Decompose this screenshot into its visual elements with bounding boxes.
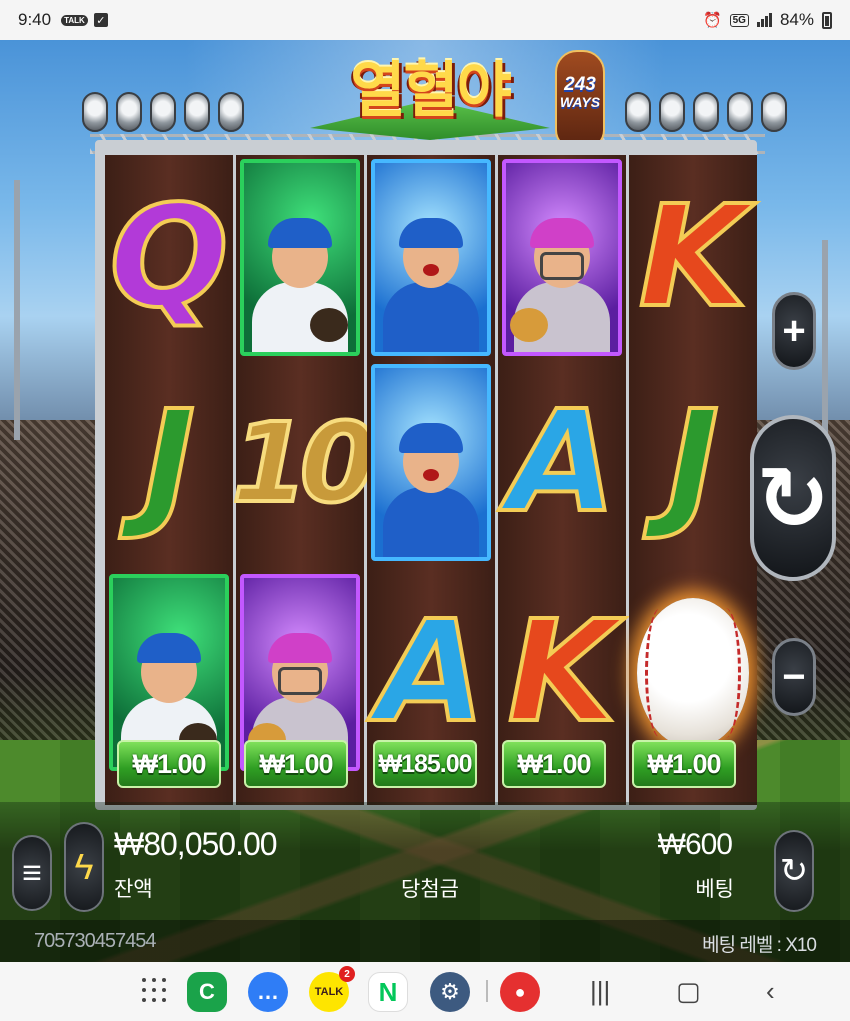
reel-cell: K <box>629 155 757 360</box>
battery-icon <box>822 11 832 29</box>
symbol-q: Q <box>107 175 230 339</box>
stadium-lights-left <box>82 92 244 132</box>
recents-button[interactable]: ||| <box>590 976 610 1007</box>
reel-2-win-label: ₩1.00 <box>244 740 348 788</box>
reel-cell: 10 <box>229 360 378 565</box>
ways-number: 243 <box>564 74 596 95</box>
reel-3-win-label: ₩185.00 <box>373 740 477 788</box>
app-drawer-icon[interactable] <box>142 978 168 1004</box>
game-round-id: 705730457454 <box>34 930 156 952</box>
reel-cell: J <box>629 360 757 565</box>
symbol-k: K <box>637 175 749 339</box>
battery-percent: 84% <box>779 10 814 29</box>
reels-frame: Q J 10 A A K K J <box>95 140 757 810</box>
menu-button[interactable]: ≡ <box>12 835 52 911</box>
symbol-pitcher <box>371 159 491 356</box>
bet-level: 베팅 레벨 : X10 <box>702 935 817 956</box>
spin-button[interactable]: ↻ <box>750 415 836 581</box>
recent-app-icon[interactable]: ● <box>500 972 540 1012</box>
bet-label: 베팅 <box>695 878 734 901</box>
floodlight-icon <box>659 92 685 132</box>
kakaotalk-notification-icon: TALK <box>61 14 88 26</box>
reel-3: A <box>367 155 495 805</box>
player-figure <box>383 218 479 352</box>
reel-cell <box>236 155 364 360</box>
reel-4: A K <box>498 155 626 805</box>
balance-value: ₩80,050.00 <box>114 826 278 862</box>
balance-label: 잔액 <box>114 878 153 901</box>
messages-app-icon[interactable]: … <box>248 972 288 1012</box>
symbol-catcher <box>502 159 622 356</box>
reel-2: 10 <box>229 155 379 805</box>
symbol-j: J <box>141 380 197 544</box>
floodlight-icon <box>761 92 787 132</box>
symbol-j: J <box>665 380 721 544</box>
reel-4-win-label: ₩1.00 <box>502 740 606 788</box>
floodlight-icon <box>625 92 651 132</box>
symbol-10: 10 <box>229 398 378 527</box>
symbol-pitcher <box>371 364 491 561</box>
glove-icon <box>310 308 348 342</box>
kakaotalk-app-icon[interactable]: TALK 2 <box>309 966 355 1012</box>
floodlight-icon <box>116 92 142 132</box>
stadium-lights-right <box>625 92 787 132</box>
network-type-icon: 5G <box>729 13 749 27</box>
light-tower-icon <box>14 180 20 440</box>
line-app-icon[interactable]: C <box>187 972 227 1012</box>
baseball-scatter-icon <box>637 597 749 748</box>
win-label: 당첨금 <box>401 878 459 901</box>
reel-5: K J <box>629 155 757 805</box>
kakaotalk-label: TALK <box>314 986 344 998</box>
reel-cell: Q <box>105 155 233 360</box>
game-logo: 열혈야구 <box>300 40 560 213</box>
player-figure <box>383 423 479 557</box>
symbol-a: A <box>375 590 487 754</box>
naver-app-icon[interactable]: N <box>368 972 408 1012</box>
symbol-sliding-player <box>240 159 360 356</box>
bet-value: ₩600 <box>657 828 733 861</box>
status-bar: 9:40 TALK ✓ ⏰ 5G 84% <box>0 0 850 40</box>
reel-cell: J <box>105 360 233 565</box>
floodlight-icon <box>150 92 176 132</box>
alarm-icon: ⏰ <box>702 12 722 29</box>
checkbox-notification-icon: ✓ <box>93 13 108 27</box>
floodlight-icon <box>218 92 244 132</box>
reel-5-win-label: ₩1.00 <box>632 740 736 788</box>
back-button[interactable]: ‹ <box>766 976 775 1007</box>
signal-icon <box>756 13 772 27</box>
floodlight-icon <box>693 92 719 132</box>
ways-badge: 243 WAYS <box>555 50 605 150</box>
reel-cell <box>367 155 495 360</box>
bet-increase-button[interactable]: + <box>772 292 816 370</box>
floodlight-icon <box>727 92 753 132</box>
home-button[interactable]: ▢ <box>676 976 701 1007</box>
reel-cell <box>498 155 626 360</box>
reel-1: Q J <box>105 155 233 805</box>
notification-badge: 2 <box>339 966 355 982</box>
autoplay-button[interactable]: ↻ <box>774 830 814 912</box>
taskbar-divider <box>486 980 488 1002</box>
floodlight-icon <box>184 92 210 132</box>
clock: 9:40 <box>18 10 52 29</box>
navigation-bar: C … TALK 2 N ⚙ ● ||| ▢ ‹ <box>0 962 850 1021</box>
floodlight-icon <box>82 92 108 132</box>
slot-game: 열혈야구 243 WAYS Q J <box>0 40 850 962</box>
reel-cell <box>367 360 495 565</box>
symbol-k: K <box>506 590 618 754</box>
ways-label: WAYS <box>559 94 601 110</box>
bet-decrease-button[interactable]: − <box>772 638 816 716</box>
symbol-a: A <box>506 380 618 544</box>
glove-icon <box>510 308 548 342</box>
turbo-button[interactable]: ϟ <box>64 822 104 912</box>
settings-app-icon[interactable]: ⚙ <box>430 972 470 1012</box>
reel-cell: A <box>498 360 626 565</box>
reel-1-win-label: ₩1.00 <box>117 740 221 788</box>
